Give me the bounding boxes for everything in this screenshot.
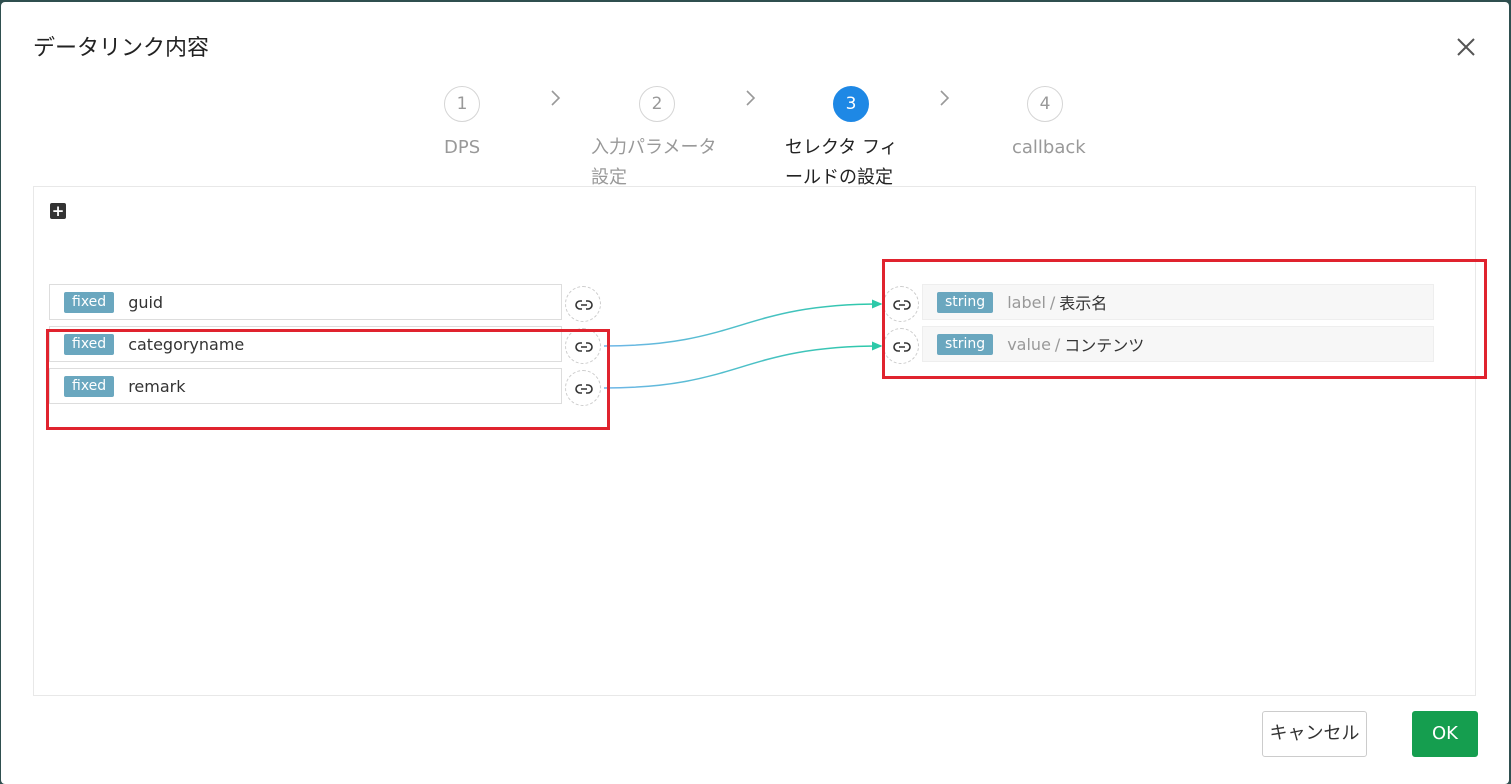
connector-categoryname-label — [603, 299, 883, 347]
connector-remark-value — [603, 341, 883, 389]
highlight-box-target — [882, 259, 1487, 379]
cancel-button[interactable]: キャンセル — [1262, 711, 1367, 757]
data-link-dialog: データリンク内容 1 DPS 2 入力パラメータ 設定 3 セレクタ フィ ール… — [1, 2, 1509, 784]
highlight-box-source — [46, 329, 610, 430]
ok-button[interactable]: OK — [1412, 711, 1478, 757]
